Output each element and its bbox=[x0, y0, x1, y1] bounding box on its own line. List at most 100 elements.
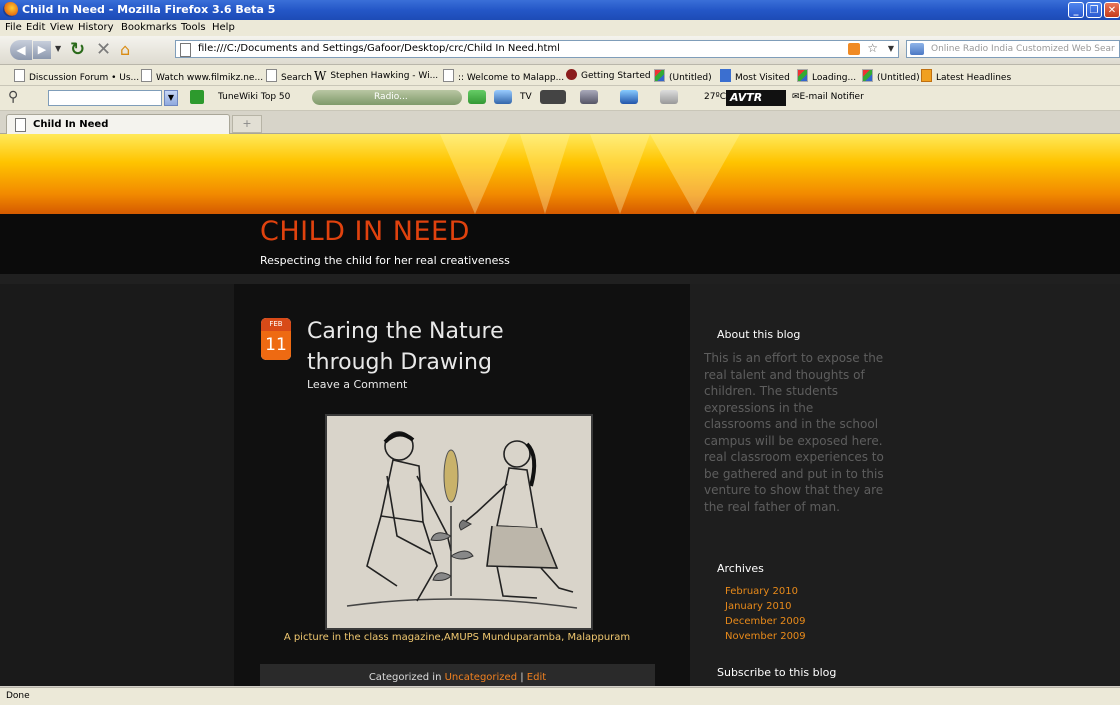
menu-help[interactable]: Help bbox=[212, 22, 235, 33]
google-icon bbox=[797, 69, 808, 82]
bookmark-label: Discussion Forum • Us... bbox=[29, 73, 140, 83]
avtr-button[interactable]: AVTR bbox=[726, 90, 786, 106]
archive-link[interactable]: December 2009 bbox=[725, 614, 806, 629]
email-notifier-label: E-mail Notifier bbox=[799, 92, 864, 102]
bookmark-label: (Untitled) bbox=[877, 73, 920, 83]
most-visited-icon bbox=[720, 69, 731, 82]
post-month: FEB bbox=[261, 318, 291, 331]
bookmark-label: Watch www.filmikz.ne... bbox=[156, 73, 264, 83]
page-icon bbox=[180, 43, 191, 57]
new-tab-button[interactable]: + bbox=[232, 115, 262, 133]
bookmark-item[interactable]: (Untitled) bbox=[654, 69, 712, 83]
menu-edit[interactable]: Edit bbox=[26, 22, 45, 33]
wikipedia-icon: W bbox=[314, 69, 327, 83]
page-icon bbox=[14, 69, 25, 82]
addon-toolbar: ⚲ ▼ TuneWiki Top 50 Radio... TV 27ºC AVT… bbox=[0, 86, 1120, 111]
weather-temp[interactable]: 27ºC bbox=[704, 92, 726, 102]
post-day: 11 bbox=[261, 331, 291, 360]
bookmark-item[interactable]: W Stephen Hawking - Wi... bbox=[314, 69, 438, 83]
video-icon[interactable] bbox=[540, 90, 566, 104]
rss-feed-icon[interactable] bbox=[848, 43, 860, 55]
bookmark-label: Loading... bbox=[812, 73, 857, 83]
menu-history[interactable]: History bbox=[78, 22, 114, 33]
menu-tools[interactable]: Tools bbox=[181, 22, 206, 33]
email-notifier-button[interactable]: ✉E-mail Notifier bbox=[792, 92, 864, 102]
search-bar[interactable]: Online Radio India Customized Web Sear bbox=[906, 40, 1120, 58]
edit-link[interactable]: Edit bbox=[527, 672, 546, 683]
minimize-button[interactable]: _ bbox=[1068, 2, 1084, 18]
bookmark-item[interactable]: Search bbox=[266, 69, 312, 83]
addon-icon[interactable] bbox=[580, 90, 598, 104]
search-placeholder[interactable]: Online Radio India Customized Web Sear bbox=[931, 44, 1115, 54]
archives-heading: Archives bbox=[717, 562, 764, 575]
bookmark-item[interactable]: Watch www.filmikz.ne... bbox=[141, 69, 263, 83]
url-dropdown-icon[interactable]: ▼ bbox=[888, 44, 894, 53]
window-title-bar: Child In Need - Mozilla Firefox 3.6 Beta… bbox=[0, 0, 1120, 20]
bookmark-label: :: Welcome to Malapp... bbox=[458, 73, 565, 83]
search-icon[interactable]: ⚲ bbox=[8, 89, 18, 105]
menu-view[interactable]: View bbox=[50, 22, 74, 33]
bookmark-item[interactable]: (Untitled) bbox=[862, 69, 920, 83]
bookmark-item[interactable]: Most Visited bbox=[720, 69, 790, 83]
chevron-down-icon[interactable]: ▼ bbox=[164, 90, 178, 106]
header-band bbox=[0, 214, 1120, 274]
bookmark-item[interactable]: :: Welcome to Malapp... bbox=[443, 69, 564, 83]
image-caption: A picture in the class magazine,AMUPS Mu… bbox=[283, 632, 631, 643]
bookmark-label: (Untitled) bbox=[669, 73, 712, 83]
left-column bbox=[0, 284, 234, 686]
tab-strip: Child In Need + bbox=[0, 111, 1120, 134]
addon-icon[interactable] bbox=[660, 90, 678, 104]
history-dropdown-icon[interactable]: ▼ bbox=[55, 44, 61, 53]
close-button[interactable]: ✕ bbox=[1104, 2, 1120, 18]
page-icon bbox=[266, 69, 277, 82]
category-link[interactable]: Uncategorized bbox=[445, 672, 517, 683]
addon-icon[interactable] bbox=[620, 90, 638, 104]
blog-tagline: Respecting the child for her real creati… bbox=[260, 254, 510, 267]
tv-button[interactable]: TV bbox=[520, 92, 532, 102]
archive-link[interactable]: November 2009 bbox=[725, 629, 806, 644]
page-icon bbox=[15, 118, 26, 132]
leave-comment-link[interactable]: Leave a Comment bbox=[307, 378, 407, 391]
categorized-label: Categorized in bbox=[368, 672, 445, 683]
stop-button[interactable]: ✕ bbox=[96, 39, 111, 60]
archive-link[interactable]: January 2010 bbox=[725, 599, 806, 614]
maximize-button[interactable]: ❐ bbox=[1086, 2, 1102, 18]
radio-player[interactable]: Radio... bbox=[312, 90, 462, 105]
blog-title[interactable]: CHILD IN NEED bbox=[260, 216, 470, 247]
post-drawing-image[interactable] bbox=[325, 414, 593, 630]
bookmark-item[interactable]: Discussion Forum • Us... bbox=[14, 69, 139, 83]
url-text[interactable]: file:///C:/Documents and Settings/Gafoor… bbox=[198, 43, 560, 54]
menu-bookmarks[interactable]: Bookmarks bbox=[121, 22, 177, 33]
forward-button[interactable]: ▶ bbox=[33, 41, 51, 59]
about-text: This is an effort to expose the real tal… bbox=[704, 351, 884, 514]
go-arrow-icon[interactable] bbox=[190, 90, 204, 104]
back-button[interactable]: ◀ bbox=[10, 40, 32, 60]
page-icon bbox=[141, 69, 152, 82]
getting-started-icon bbox=[566, 69, 577, 80]
avtr-label: AVTR bbox=[730, 91, 763, 104]
tunewiki-button[interactable]: TuneWiki Top 50 bbox=[218, 92, 290, 102]
toolbar-search-input[interactable] bbox=[48, 90, 162, 106]
addon-icon[interactable] bbox=[468, 90, 486, 104]
archive-link[interactable]: February 2010 bbox=[725, 584, 806, 599]
bookmark-star-icon[interactable]: ☆ bbox=[867, 41, 878, 55]
tab-child-in-need[interactable]: Child In Need bbox=[6, 114, 230, 134]
about-heading: About this blog bbox=[717, 328, 801, 341]
bookmark-label: Latest Headlines bbox=[936, 73, 1012, 83]
addon-icon[interactable] bbox=[494, 90, 512, 104]
reload-button[interactable]: ↻ bbox=[70, 39, 85, 60]
post-title[interactable]: Caring the Nature through Drawing bbox=[307, 316, 557, 378]
page-viewport: CHILD IN NEED Respecting the child for h… bbox=[0, 134, 1120, 686]
address-bar[interactable]: file:///C:/Documents and Settings/Gafoor… bbox=[175, 40, 899, 58]
bookmark-item[interactable]: Latest Headlines bbox=[921, 69, 1011, 83]
search-engine-icon[interactable] bbox=[910, 43, 924, 55]
bookmark-item[interactable]: Loading... bbox=[797, 69, 856, 83]
menu-file[interactable]: File bbox=[5, 22, 22, 33]
subscribe-heading: Subscribe to this blog bbox=[717, 666, 837, 679]
rss-feed-icon bbox=[921, 69, 932, 82]
window-title: Child In Need - Mozilla Firefox 3.6 Beta… bbox=[22, 3, 276, 16]
post-category-bar: Categorized in Uncategorized | Edit bbox=[260, 664, 655, 686]
bookmark-item[interactable]: Getting Started bbox=[566, 69, 651, 81]
home-button[interactable]: ⌂ bbox=[120, 40, 130, 59]
tab-label: Child In Need bbox=[33, 119, 109, 130]
